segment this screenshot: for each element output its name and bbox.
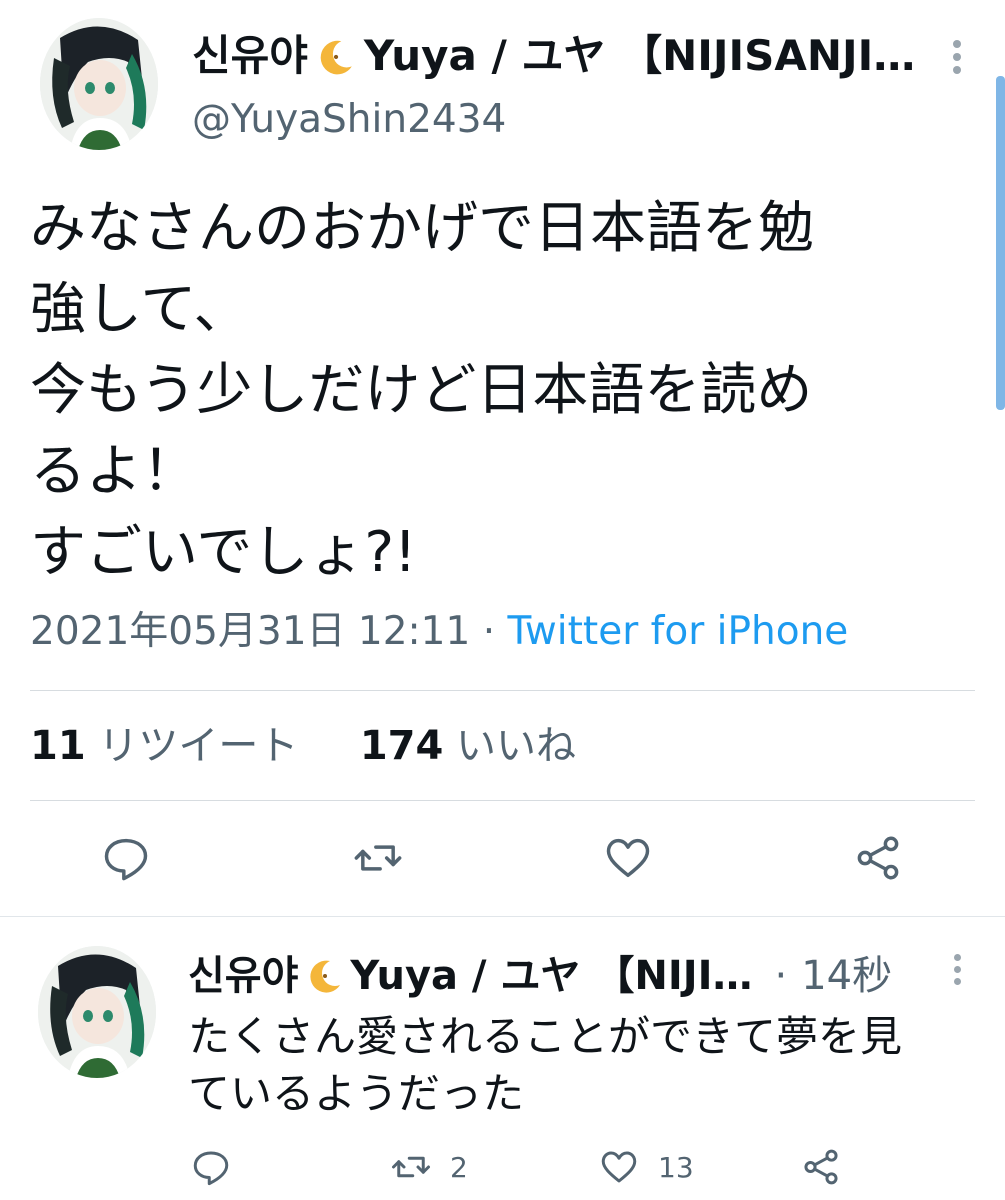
tweet-text-line: 今もう少しだけど日本語を読め (30, 358, 813, 423)
reply-text-line: たくさん愛されることができて夢を見 (188, 1012, 903, 1061)
reply-button[interactable] (190, 1146, 250, 1188)
avatar[interactable] (40, 18, 158, 150)
share-icon[interactable] (852, 832, 904, 884)
reply-text-line: ているようだった (188, 1069, 525, 1118)
display-name-suffix: Yuya / ユヤ 【NIJI… (350, 953, 753, 999)
tweet-text-line: るよ！ (30, 439, 198, 504)
meta-separator: · (774, 953, 788, 999)
retweet-icon[interactable] (390, 1146, 432, 1188)
timestamp[interactable]: 2021年05月31日 12:11 (30, 609, 470, 654)
retweet-button[interactable]: 2 (390, 1146, 468, 1188)
like-icon[interactable] (602, 832, 654, 884)
retweet-label[interactable]: リツイート (98, 723, 298, 769)
like-button[interactable]: 13 (598, 1146, 694, 1188)
reply-header[interactable]: 신유야 Yuya / ユヤ 【NIJI… · 14秒 (188, 948, 933, 1004)
tweet-text-line: すごいでしょ?! (30, 520, 417, 585)
scrollbar[interactable] (996, 76, 1005, 410)
like-icon[interactable] (598, 1146, 640, 1188)
tweet-text: みなさんのおかげで日本語を勉 強して、 今もう少しだけど日本語を読め るよ！ す… (30, 188, 975, 593)
more-options-icon[interactable] (946, 954, 968, 990)
reply-time[interactable]: 14秒 (801, 948, 892, 1004)
avatar[interactable] (38, 946, 156, 1078)
retweet-count[interactable]: 11 (30, 723, 86, 769)
crescent-moon-icon (304, 956, 344, 996)
tweet-text-line: みなさんのおかげで日本語を勉 (30, 196, 814, 261)
share-button[interactable] (800, 1146, 860, 1188)
like-count[interactable]: 174 (360, 723, 444, 769)
retweet-icon[interactable] (352, 832, 404, 884)
display-name-text: 신유야 (192, 31, 308, 80)
retweet-count: 2 (450, 1150, 468, 1184)
reply-text: たくさん愛されることができて夢を見 ているようだった (188, 1008, 978, 1122)
tweet-meta: 2021年05月31日 12:11 · Twitter for iPhone (30, 604, 848, 660)
more-options-icon[interactable] (944, 40, 970, 76)
meta-separator: · (482, 609, 496, 654)
display-name[interactable]: 신유야 Yuya / ユヤ 【NIJISANJI… (192, 26, 922, 86)
tweet-stats: 11 リツイート 174 いいね (30, 716, 576, 776)
crescent-moon-icon (314, 35, 356, 77)
share-icon[interactable] (800, 1146, 842, 1188)
divider (30, 800, 975, 801)
like-count: 13 (658, 1150, 694, 1184)
user-handle[interactable]: @YuyaShin2434 (192, 94, 506, 146)
divider (0, 916, 1005, 917)
display-name-suffix: Yuya / ユヤ 【NIJISANJI… (363, 31, 916, 80)
reply-icon[interactable] (100, 832, 152, 884)
like-label[interactable]: いいね (456, 723, 576, 769)
tweet-text-line: 強して、 (30, 277, 250, 342)
display-name-text: 신유야 (188, 953, 299, 999)
reply-icon[interactable] (190, 1146, 232, 1188)
divider (30, 690, 975, 691)
source-link[interactable]: Twitter for iPhone (508, 609, 849, 654)
